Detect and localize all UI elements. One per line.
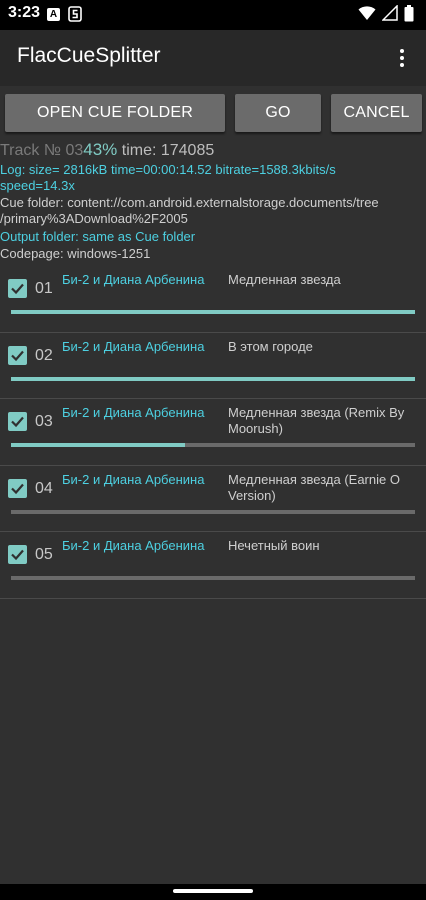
track-progress-bar	[11, 443, 415, 447]
overflow-menu-icon[interactable]	[392, 44, 412, 72]
track-progress-bar	[11, 509, 415, 514]
go-button[interactable]: GO	[235, 94, 321, 132]
status-bar: 3:23 A	[0, 0, 426, 30]
codepage: Codepage: windows-1251	[0, 246, 151, 261]
track-progress-fill	[11, 310, 415, 314]
track-row[interactable]: 03 Би-2 и Диана Арбенина Медленная звезда …	[0, 399, 426, 466]
check-icon	[11, 416, 24, 428]
output-folder: Output folder: same as Cue folder	[0, 229, 196, 244]
track-number: 01	[35, 280, 53, 297]
track-label: Track № 03	[0, 142, 84, 159]
navigation-handle[interactable]	[173, 889, 253, 893]
track-artist: Би-2 и Диана Арбенина	[62, 338, 205, 354]
track-artist: Би-2 и Диана Арбенина	[62, 538, 205, 553]
track-checkbox[interactable]	[8, 279, 27, 298]
battery-icon	[404, 4, 414, 26]
track-row[interactable]: 05 Би-2 и Диана Арбенина Нечетный воин	[0, 532, 426, 599]
track-checkbox[interactable]	[8, 478, 27, 498]
track-title: В этом городе	[228, 338, 313, 354]
track-progress-bar	[11, 376, 415, 381]
system-icons	[358, 4, 414, 26]
track-number: 03	[35, 413, 53, 430]
track-percent: 43%	[83, 140, 118, 159]
track-number: 04	[35, 479, 53, 497]
track-time: time: 174085	[117, 142, 215, 159]
track-checkbox[interactable]	[8, 545, 27, 564]
cancel-button[interactable]: CANCEL	[331, 94, 422, 132]
log-line-1: Log: size= 2816kB time=00:00:14.52 bitra…	[0, 162, 336, 177]
check-icon	[11, 350, 24, 361]
track-checkbox[interactable]	[8, 412, 27, 431]
check-icon	[11, 549, 24, 561]
track-row[interactable]: 01 Би-2 и Диана Арбенина Медленная звезда	[0, 266, 426, 333]
log-line-2: speed=14.3x	[0, 178, 75, 193]
track-checkbox[interactable]	[8, 345, 27, 365]
app-title: FlacCueSplitter	[17, 44, 161, 67]
track-artist: Би-2 и Диана Арбенина	[62, 405, 205, 420]
track-title: Медленная звезда	[228, 272, 341, 287]
status-time: 3:23	[8, 4, 41, 21]
track-status: Track № 0343% time: 174085	[0, 140, 214, 160]
main-content: OPEN CUE FOLDER GO CANCEL Track № 0343% …	[0, 86, 426, 884]
wifi-icon	[358, 5, 376, 25]
track-number: 02	[35, 346, 53, 364]
track-progress-bar	[11, 310, 415, 314]
notification-s-icon	[68, 6, 82, 22]
cue-folder-line-2: /primary%3ADownload%2F2005	[0, 211, 188, 226]
cue-folder-line-1: Cue folder: content://com.android.extern…	[0, 195, 379, 210]
track-artist: Би-2 и Диана Арбенина	[62, 272, 205, 287]
track-number: 05	[35, 546, 53, 563]
check-icon	[11, 483, 24, 494]
track-title: Медленная звезда (Earnie O Version)	[228, 471, 400, 503]
open-cue-folder-button[interactable]: OPEN CUE FOLDER	[5, 94, 225, 132]
notification-a-icon: A	[47, 8, 60, 21]
track-progress-fill	[11, 443, 185, 447]
signal-icon	[381, 4, 398, 25]
app-bar: FlacCueSplitter	[0, 30, 426, 86]
check-icon	[11, 283, 24, 295]
track-row[interactable]: 02 Би-2 и Диана Арбенина В этом городе	[0, 333, 426, 399]
track-title: Нечетный воин	[228, 538, 320, 553]
track-progress-bar	[11, 576, 415, 580]
track-artist: Би-2 и Диана Арбенина	[62, 471, 205, 487]
track-progress-fill	[11, 376, 415, 381]
track-list: 01 Би-2 и Диана Арбенина Медленная звезда 0…	[0, 266, 426, 599]
track-row[interactable]: 04 Би-2 и Диана Арбенина Медленная звезда …	[0, 466, 426, 532]
track-title: Медленная звезда (Remix By Moorush)	[228, 405, 405, 436]
